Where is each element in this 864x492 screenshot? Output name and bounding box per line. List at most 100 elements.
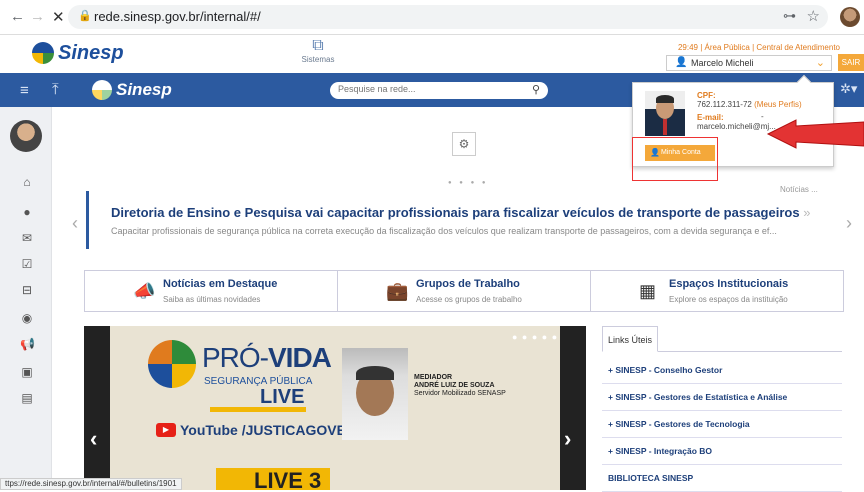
site-header: Sinesp ⧉ Sistemas 29:49 | Área Pública |… xyxy=(0,35,864,73)
stop-loading-button[interactable]: ✕ xyxy=(52,8,65,26)
building-icon: ▦ xyxy=(639,281,657,301)
news-next-arrow[interactable]: › xyxy=(846,213,852,234)
user-icon[interactable]: ● xyxy=(20,205,34,219)
youtube-logo: ▶ YouTube /JUSTICAGOVBR xyxy=(156,422,357,438)
news-title[interactable]: Diretoria de Ensino e Pesquisa vai capac… xyxy=(111,205,810,220)
tab-links-uteis[interactable]: Links Úteis xyxy=(602,326,658,352)
news-title-text: Diretoria de Ensino e Pesquisa vai capac… xyxy=(111,205,800,220)
forward-button[interactable]: → xyxy=(30,8,45,25)
search-input[interactable] xyxy=(338,84,518,94)
quicklink-subtitle: Explore os espaços da instituição xyxy=(669,295,788,304)
email-value: marcelo.micheli@mj... xyxy=(697,122,776,131)
user-select[interactable]: 👤 Marcelo Micheli ⌄ xyxy=(666,55,832,71)
megaphone-icon[interactable]: 📢 xyxy=(20,337,35,351)
news-subtitle: Capacitar profissionais de segurança púb… xyxy=(111,226,777,236)
banner-next-arrow[interactable]: › xyxy=(564,426,571,452)
gear-icon[interactable]: ⚙ xyxy=(452,132,476,156)
quicklink-subtitle: Acesse os grupos de trabalho xyxy=(416,295,522,304)
list-item[interactable]: + SINESP - Gestores de Tecnologia xyxy=(602,411,842,438)
quicklink-subtitle: Saiba as últimas novidades xyxy=(163,295,261,304)
cpf-label: CPF: xyxy=(697,91,716,100)
briefcase-icon[interactable]: ▣ xyxy=(20,365,34,379)
rede-logo-text: Sinesp xyxy=(116,80,172,99)
news-more-icon: » xyxy=(803,205,811,220)
profile-tie xyxy=(663,119,667,135)
provida-title-a: PRÓ- xyxy=(202,342,269,373)
inbox-icon[interactable]: ⊟ xyxy=(20,283,34,297)
banner-carousel[interactable]: PRÓ-VIDA SEGURANÇA PÚBLICA LIVE ▶ YouTub… xyxy=(84,326,586,490)
mail-icon[interactable]: ✉ xyxy=(20,231,34,245)
meus-perfis-link[interactable]: (Meus Perfis) xyxy=(754,100,802,109)
dashboard-icon[interactable]: ◉ xyxy=(20,311,34,325)
quicklink-title: Espaços Institucionais xyxy=(669,278,789,290)
browser-toolbar: ← → ✕ 🔒 rede.sinesp.gov.br/internal/#/ ⊶… xyxy=(0,0,864,35)
profile-photo xyxy=(645,91,685,136)
mediator-info: MEDIADOR ANDRÉ LUIZ DE SOUZA Servidor Mo… xyxy=(414,374,506,398)
links-panel: Links Úteis + SINESP - Conselho Gestor +… xyxy=(602,326,842,492)
list-item[interactable]: BIBLIOTECA SINESP xyxy=(602,465,842,492)
quicklink-noticias[interactable]: 📣 Notícias em Destaque Saiba as últimas … xyxy=(85,271,338,311)
mediator-role: Servidor Mobilizado SENASP xyxy=(414,390,506,397)
quicklink-espacos[interactable]: ▦ Espaços Institucionais Explore os espa… xyxy=(591,271,843,311)
profile-hair xyxy=(656,95,674,103)
user-name: Marcelo Micheli xyxy=(691,58,754,68)
mediator-name: ANDRÉ LUIZ DE SOUZA xyxy=(414,382,495,389)
banner-left-strip xyxy=(84,326,110,490)
banner-prev-arrow[interactable]: ‹ xyxy=(90,426,97,452)
url-text: rede.sinesp.gov.br/internal/#/ xyxy=(94,9,261,24)
chevron-down-icon: ⌄ xyxy=(815,57,825,69)
back-button[interactable]: ← xyxy=(10,8,25,25)
mediator-hair xyxy=(356,366,394,380)
quicklink-title: Notícias em Destaque xyxy=(163,278,278,290)
collapse-up-icon[interactable]: ⤒ xyxy=(52,81,59,98)
provida-title-b: VIDA xyxy=(268,342,332,373)
banner-right-strip xyxy=(560,326,586,490)
youtube-channel: YouTube /JUSTICAGOVBR xyxy=(180,422,357,438)
settings-gear-icon[interactable]: ✲▾ xyxy=(840,81,857,97)
sistemas-label: Sistemas xyxy=(301,55,335,64)
mediator-photo xyxy=(342,348,408,440)
banner-indicators[interactable]: ● ● ● ● ● xyxy=(512,332,558,342)
youtube-play-icon: ▶ xyxy=(156,423,176,437)
avatar[interactable] xyxy=(10,120,42,152)
search-icon[interactable]: ⚲ xyxy=(532,83,540,96)
lock-icon: 🔒 xyxy=(78,10,92,22)
logout-button[interactable]: SAIR xyxy=(838,54,864,71)
live3-text: LIVE 3 xyxy=(254,468,322,490)
briefcase-icon: 💼 xyxy=(386,281,409,301)
status-bar-url: ttps://rede.sinesp.gov.br/internal/#/bul… xyxy=(0,478,182,490)
news-card[interactable]: Diretoria de Ensino e Pesquisa vai capac… xyxy=(86,191,842,249)
rede-sinesp-logo[interactable]: Sinesp xyxy=(92,80,172,100)
bookmark-star-icon[interactable]: ☆ xyxy=(807,7,820,25)
sinesp-logo-icon xyxy=(32,42,54,64)
carousel-indicators[interactable]: ● ● ● ● xyxy=(448,180,489,186)
megaphone-icon: 📣 xyxy=(133,281,156,301)
quicklink-title: Grupos de Trabalho xyxy=(416,278,520,290)
list-item[interactable]: + SINESP - Conselho Gestor xyxy=(602,357,842,384)
quicklinks-bar: 📣 Notícias em Destaque Saiba as últimas … xyxy=(84,270,844,312)
address-bar[interactable]: 🔒 rede.sinesp.gov.br/internal/#/ ⊶ ☆ xyxy=(68,5,828,29)
sistemas-button[interactable]: ⧉ Sistemas xyxy=(298,37,338,64)
list-item[interactable]: + SINESP - Gestores de Estatística e Aná… xyxy=(602,384,842,411)
list-item[interactable]: + SINESP - Integração BO xyxy=(602,438,842,465)
menu-icon[interactable]: ≡ xyxy=(20,82,29,99)
home-icon[interactable]: ⌂ xyxy=(20,175,34,189)
quicklink-grupos[interactable]: 💼 Grupos de Trabalho Acesse os grupos de… xyxy=(338,271,591,311)
highlight-box xyxy=(632,137,718,181)
cpf-number: 762.112.311-72 xyxy=(697,100,752,109)
provida-live: LIVE xyxy=(260,386,305,408)
news-prev-arrow[interactable]: ‹ xyxy=(72,213,78,234)
systems-icon: ⧉ xyxy=(312,37,324,54)
email-label: E-mail: xyxy=(697,113,724,122)
left-sidebar: ⌂ ● ✉ ☑ ⊟ ◉ 📢 ▣ ▤ xyxy=(0,107,52,490)
browser-profile-avatar[interactable] xyxy=(840,7,860,27)
sinesp-logo[interactable]: Sinesp xyxy=(32,39,124,67)
search-box: ⚲ xyxy=(330,82,548,99)
header-top-links[interactable]: 29:49 | Área Pública | Central de Atendi… xyxy=(678,43,840,52)
key-icon[interactable]: ⊶ xyxy=(783,8,796,24)
cpf-value: 762.112.311-72 (Meus Perfis) xyxy=(697,100,802,109)
checkbox-icon[interactable]: ☑ xyxy=(20,257,34,271)
provida-title: PRÓ-VIDA xyxy=(202,342,332,374)
building-icon[interactable]: ▤ xyxy=(20,391,34,405)
email-dash: - xyxy=(761,112,764,121)
